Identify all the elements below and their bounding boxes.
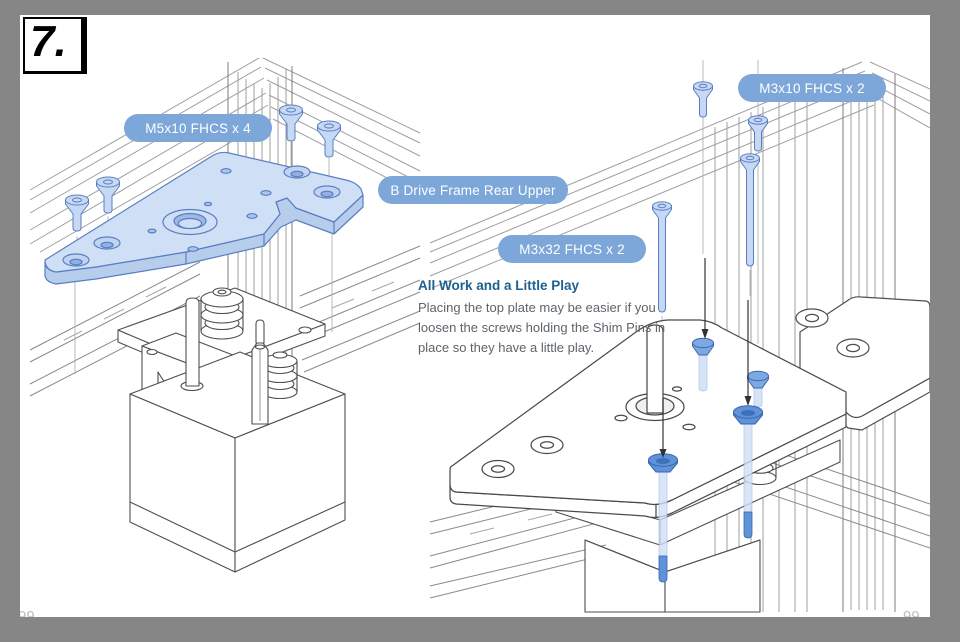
callout-m3x32-fhcs: M3x32 FHCS x 2 — [498, 235, 646, 263]
callout-m5x10-fhcs: M5x10 FHCS x 4 — [124, 114, 272, 142]
note-block: All Work and a Little Play Placing the t… — [418, 278, 666, 358]
left-stepper-motor-assembly — [117, 287, 346, 573]
page-number-left: 99 — [20, 608, 35, 617]
manual-page: 7. M5x10 FHCS x 4 B Drive Frame Rear Upp… — [20, 15, 930, 617]
b-drive-frame-rear-upper-plate — [44, 151, 364, 285]
step-number-box: 7. — [23, 17, 87, 74]
page-canvas: 7. M5x10 FHCS x 4 B Drive Frame Rear Upp… — [20, 15, 930, 617]
note-body: Placing the top plate may be easier if y… — [418, 300, 666, 356]
page-number-right: 99 — [903, 608, 920, 617]
note-title: All Work and a Little Play — [418, 278, 580, 293]
callout-b-drive-frame-rear-upper: B Drive Frame Rear Upper — [378, 176, 568, 204]
manual-page-frame: 7. M5x10 FHCS x 4 B Drive Frame Rear Upp… — [0, 0, 960, 642]
callout-m3x10-fhcs: M3x10 FHCS x 2 — [738, 74, 886, 102]
step-number: 7. — [30, 17, 67, 66]
